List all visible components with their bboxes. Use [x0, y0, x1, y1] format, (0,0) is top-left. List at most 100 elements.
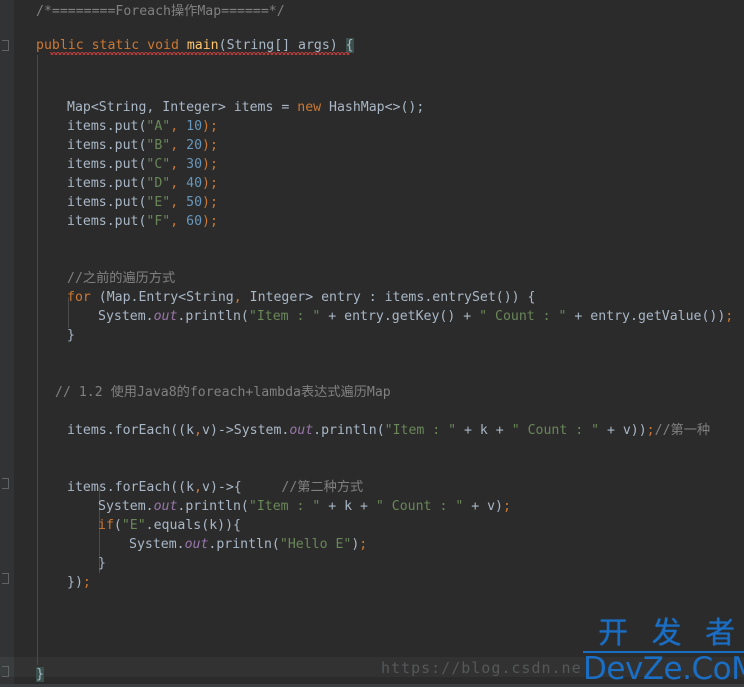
code-token: , — [170, 214, 179, 229]
code-token: + k + — [456, 423, 512, 438]
code-token: 50 — [186, 195, 203, 210]
code-line[interactable]: items.put("E", 50); — [67, 193, 218, 212]
code-fold-marker[interactable] — [2, 478, 9, 489]
code-line[interactable]: items.forEach((k,v)->System.out.println(… — [67, 421, 710, 440]
code-line[interactable]: items.put("C", 30); — [67, 155, 218, 174]
indent-guide-line — [37, 55, 38, 665]
code-token: Map<String, Integer> items = — [67, 100, 298, 115]
code-line[interactable]: // 1.2 使用Java8的foreach+lambda表达式遍历Map — [55, 383, 391, 402]
logo-chinese-text: 开 发 者 — [598, 616, 743, 651]
csdn-url-watermark: https://blog.csdn.ne — [381, 659, 582, 677]
code-token: ); — [202, 119, 218, 134]
code-line[interactable]: System.out.println("Item : " + k + " Cou… — [98, 497, 511, 516]
code-token: " Count : " — [375, 499, 464, 514]
code-token: , — [194, 480, 202, 495]
code-token: items.forEach((k — [67, 480, 195, 495]
code-token: items.put( — [67, 214, 147, 229]
code-token: if — [98, 518, 114, 533]
code-line[interactable]: items.put("D", 40); — [67, 174, 218, 193]
code-fold-marker[interactable] — [2, 666, 9, 677]
code-token: ); — [202, 176, 218, 191]
code-token: (String[] args) — [218, 38, 346, 53]
code-token: } — [98, 556, 106, 571]
code-line[interactable]: items.put("F", 60); — [67, 212, 218, 231]
code-token: , — [170, 157, 179, 172]
code-line[interactable]: } — [98, 554, 106, 573]
code-token: "Item : " — [384, 423, 457, 438]
code-token: System. — [98, 499, 154, 514]
code-token: v)->System. — [202, 423, 290, 438]
code-token: .println( — [177, 309, 249, 324]
code-token: "B" — [146, 138, 171, 153]
code-line[interactable]: items.put("A", 10); — [67, 117, 218, 136]
code-token: ; — [725, 309, 734, 324]
code-token: out — [153, 499, 178, 514]
code-token: for — [67, 290, 99, 305]
code-line[interactable]: if("E".equals(k)){ — [98, 516, 241, 535]
code-line[interactable]: }); — [67, 573, 91, 592]
code-token: " Count : " — [479, 309, 567, 324]
code-token: "Hello E" — [279, 537, 352, 552]
code-token: 40 — [186, 176, 203, 191]
code-token: items.put( — [67, 176, 147, 191]
code-token: // 1.2 使用Java8的foreach+lambda表达式遍历Map — [55, 385, 391, 400]
code-token: ); — [202, 157, 218, 172]
code-line[interactable]: } — [67, 326, 75, 345]
code-token: "Item : " — [248, 309, 321, 324]
code-token: out — [289, 423, 314, 438]
code-token: main — [186, 38, 219, 53]
code-token: new — [297, 100, 330, 115]
code-line[interactable]: items.put("B", 20); — [67, 136, 218, 155]
code-token: (Map.Entry<String — [98, 290, 234, 305]
code-token: "E" — [146, 195, 171, 210]
code-line[interactable]: for (Map.Entry<String, Integer> entry : … — [67, 288, 535, 307]
code-token: //第二种方式 — [281, 480, 364, 495]
code-surface[interactable]: /*========Foreach操作Map======*/ public sta… — [14, 0, 744, 687]
code-token: "D" — [146, 176, 171, 191]
code-token: HashMap<>(); — [329, 100, 425, 115]
code-line[interactable]: } — [36, 665, 44, 684]
code-token: public static void — [36, 38, 187, 53]
code-token: .println( — [313, 423, 385, 438]
code-token: out — [184, 537, 209, 552]
code-line[interactable]: /*========Foreach操作Map======*/ — [36, 2, 285, 21]
code-token: , — [194, 423, 202, 438]
code-token: "A" — [146, 119, 171, 134]
code-token: ( — [113, 518, 122, 533]
code-token: , — [170, 138, 179, 153]
code-token: , — [170, 195, 179, 210]
code-token: , — [233, 290, 242, 305]
code-token: Integer> entry : items.entrySet()) { — [241, 290, 536, 305]
code-fold-marker[interactable] — [2, 40, 9, 51]
code-line[interactable]: Map<String, Integer> items = new HashMap… — [67, 98, 424, 117]
code-token: System. — [98, 309, 154, 324]
code-line[interactable]: //之前的遍历方式 — [67, 269, 175, 288]
code-token: ); — [202, 195, 218, 210]
devze-logo-watermark: 开 发 者 DevZe.CoM — [583, 618, 744, 686]
code-token: 30 — [186, 157, 203, 172]
code-line[interactable]: System.out.println("Hello E"); — [129, 535, 367, 554]
code-token: .println( — [177, 499, 249, 514]
code-fold-marker[interactable] — [2, 573, 9, 584]
code-token: .equals(k)){ — [145, 518, 241, 533]
code-token: //第一种 — [654, 423, 711, 438]
code-token: .println( — [208, 537, 280, 552]
code-token: 10 — [186, 119, 203, 134]
code-line[interactable]: System.out.println("Item : " + entry.get… — [98, 307, 733, 326]
code-token: "E" — [121, 518, 146, 533]
code-token: , — [170, 176, 179, 191]
code-token: " Count : " — [511, 423, 600, 438]
code-line[interactable]: items.forEach((k,v)->{ //第二种方式 — [67, 478, 363, 497]
code-token: ; — [82, 575, 91, 590]
code-token: ; — [646, 423, 655, 438]
code-editor[interactable]: /*========Foreach操作Map======*/ public sta… — [0, 0, 744, 687]
code-token: items.put( — [67, 119, 147, 134]
code-token: items.put( — [67, 157, 147, 172]
